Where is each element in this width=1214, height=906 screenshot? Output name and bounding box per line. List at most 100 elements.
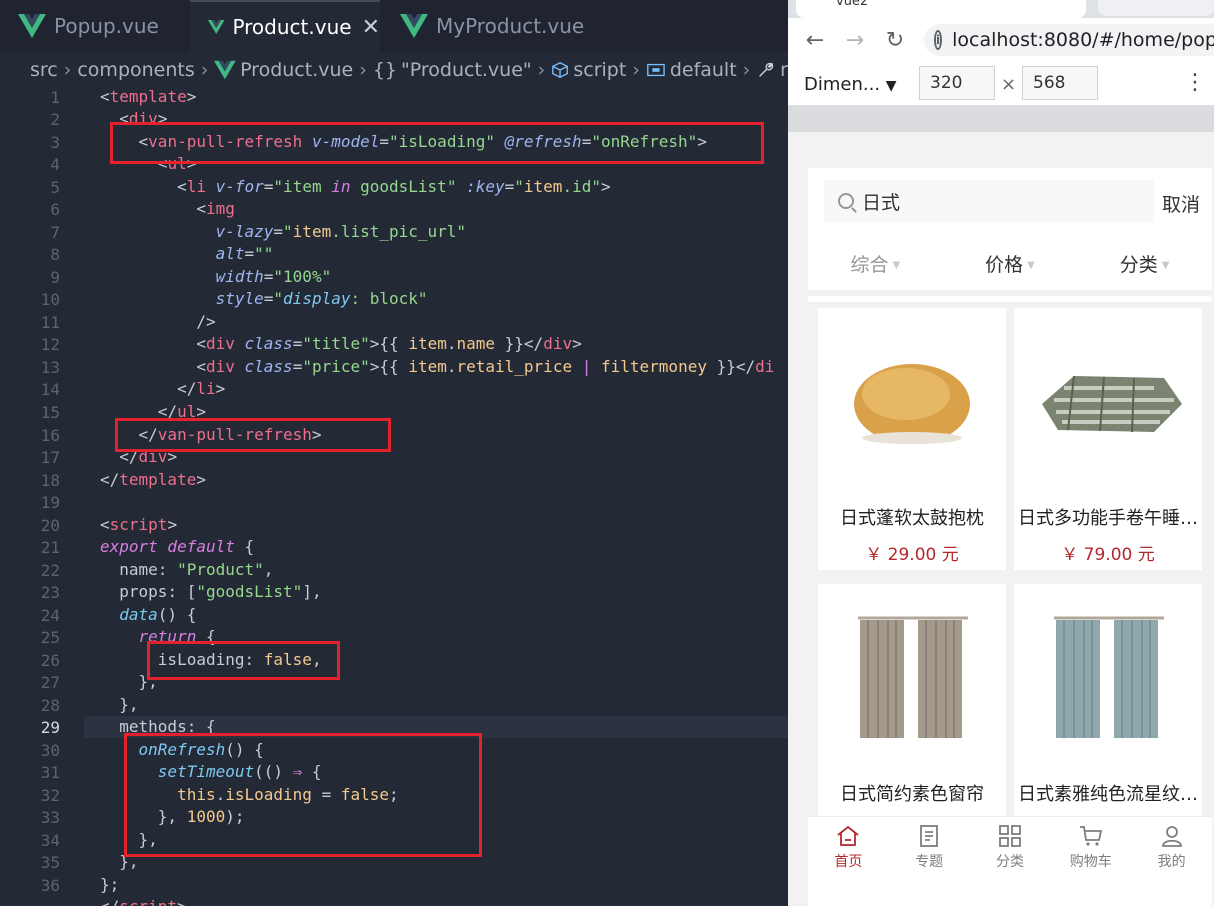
line-number: 36 (40, 876, 60, 895)
tab-label: Product.vue (232, 15, 352, 39)
braces-icon: {} (372, 59, 398, 81)
topic-icon (920, 824, 939, 847)
dimensions-select[interactable]: Dimen... ▼ (804, 74, 897, 95)
back-icon[interactable]: ← (800, 28, 830, 53)
forward-icon[interactable]: → (840, 28, 870, 53)
tab-myproduct-vue[interactable]: MyProduct.vue (382, 0, 602, 52)
home-icon (837, 825, 859, 846)
info-icon[interactable]: i (934, 30, 943, 50)
code-line: }, (100, 695, 139, 714)
code-line: <div class="title">{{ item.name }}</div> (196, 334, 582, 353)
tab-topic[interactable]: 专题 (889, 817, 970, 876)
dimensions-label: Dimen... (804, 74, 881, 95)
sort-category[interactable]: 分类 ▼ (1120, 250, 1170, 277)
cube-icon (552, 62, 569, 78)
product-card[interactable]: 日式简约素色窗帘 (818, 584, 1006, 846)
product-title: 日式蓬软太鼓抱枕 (840, 508, 984, 529)
breadcrumb-script[interactable]: script (573, 59, 626, 81)
code-line: </script> (100, 896, 187, 906)
cart-icon (1079, 825, 1102, 846)
line-number: 16 (40, 426, 60, 445)
reload-icon[interactable]: ↻ (880, 28, 910, 53)
product-price: ￥ 79.00 元 (1061, 545, 1155, 565)
striped-pillow-image (1042, 375, 1182, 433)
line-number: 11 (40, 313, 60, 332)
highlight-box (124, 733, 482, 857)
code-line: <script> (100, 515, 178, 534)
line-number: 20 (40, 516, 60, 535)
breadcrumb-file[interactable]: Product.vue (240, 59, 353, 81)
code-editor[interactable]: Popup.vue Product.vue ✕ MyProduct.vue sr… (0, 0, 788, 906)
url-text: localhost:8080/#/home/popup (952, 29, 1214, 51)
line-number: 27 (40, 673, 60, 692)
cancel-button[interactable]: 取消 (1162, 190, 1200, 217)
line-number: 2 (50, 110, 60, 129)
times-sign: × (1001, 74, 1017, 95)
user-icon (1161, 825, 1182, 847)
line-number: 25 (40, 628, 60, 647)
search-input[interactable]: 日式 (824, 180, 1154, 222)
sort-label: 价格 (985, 253, 1024, 276)
line-number: 9 (50, 268, 60, 287)
wrench-icon (759, 62, 774, 77)
tab-label: Popup.vue (54, 14, 159, 38)
line-number: 17 (40, 448, 60, 467)
browser-tab[interactable]: vue2 (796, 0, 1086, 18)
browser-tab-inactive[interactable] (1098, 0, 1214, 16)
device-height-input[interactable]: 568 (1022, 66, 1098, 100)
tab-label: 分类 (995, 853, 1024, 870)
device-width-input[interactable]: 320 (919, 66, 995, 100)
breadcrumb-src[interactable]: src (30, 59, 58, 81)
code-line: /> (196, 312, 216, 331)
line-number: 21 (40, 538, 60, 557)
line-number: 31 (40, 763, 60, 782)
close-icon[interactable]: ✕ (362, 15, 380, 40)
beige-curtain-image (858, 616, 968, 738)
sort-comprehensive[interactable]: 综合 ▼ (850, 250, 900, 277)
tab-mine[interactable]: 我的 (1131, 817, 1212, 876)
product-card[interactable]: 日式多功能手卷午睡… ￥ 79.00 元 (1014, 308, 1202, 570)
highlight-box (110, 122, 764, 164)
breadcrumb-default[interactable]: default (670, 59, 737, 81)
tab-category[interactable]: 分类 (970, 817, 1051, 876)
address-bar[interactable]: i localhost:8080/#/home/popup (924, 24, 1214, 56)
sort-label: 分类 (1119, 253, 1158, 276)
line-number: 23 (40, 583, 60, 602)
code-line: width="100%" (215, 267, 332, 286)
more-vert-icon[interactable]: ⋮ (1184, 70, 1206, 95)
code-line: }; (100, 875, 120, 894)
code-line: name: "Product", (119, 560, 274, 579)
line-number: 24 (40, 606, 60, 625)
breadcrumb-trail[interactable]: r (780, 59, 788, 81)
product-card[interactable]: 日式蓬软太鼓抱枕 ￥ 29.00 元 (818, 308, 1006, 570)
tab-label: MyProduct.vue (436, 14, 585, 38)
code-line: data() { (119, 605, 197, 624)
category-icon (999, 824, 1021, 847)
product-title: 日式多功能手卷午睡… (1018, 508, 1198, 529)
code-line: alt="" (215, 244, 274, 263)
product-card[interactable]: 日式素雅纯色流星纹… (1014, 584, 1202, 846)
tab-label: 购物车 (1069, 853, 1112, 870)
sort-label: 综合 (850, 253, 889, 276)
code-line: </li> (177, 379, 226, 398)
breadcrumb-object[interactable]: "Product.vue" (401, 59, 532, 81)
tab-home[interactable]: 首页 (808, 817, 889, 876)
line-number: 3 (50, 133, 60, 152)
breadcrumb-components[interactable]: components (77, 59, 194, 81)
tab-product-vue[interactable]: Product.vue ✕ (190, 0, 380, 52)
search-row: 日式 取消 (808, 168, 1212, 236)
sort-price[interactable]: 价格 ▼ (985, 250, 1035, 277)
line-number: 26 (40, 651, 60, 670)
blue-curtain-image (1054, 616, 1164, 738)
vue-file-icon (214, 60, 237, 80)
tab-label: 专题 (915, 853, 944, 870)
line-number: 7 (50, 223, 60, 242)
tab-popup-vue[interactable]: Popup.vue (0, 0, 188, 52)
line-number: 15 (40, 403, 60, 422)
code-line: </template> (100, 470, 206, 489)
tab-cart[interactable]: 购物车 (1050, 817, 1131, 876)
browser-window: vue2 ← → ↻ i localhost:8080/#/home/popup… (788, 0, 1214, 906)
line-number: 14 (40, 380, 60, 399)
line-number: 8 (50, 245, 60, 264)
highlight-box (115, 418, 391, 452)
